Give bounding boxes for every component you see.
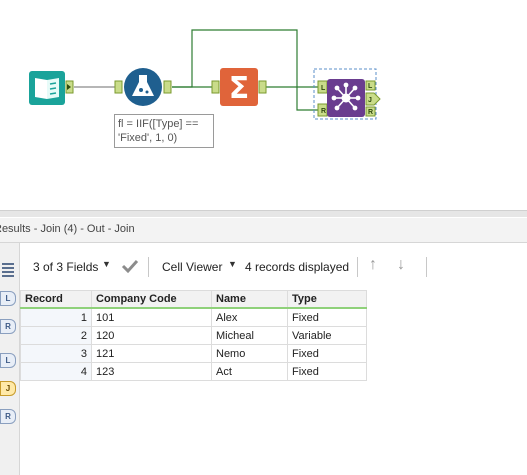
results-title-text: Results - Join (4) - Out - Join [0,223,135,235]
cell-viewer-dropdown[interactable]: Cell Viewer [162,260,222,274]
side-anchor-l[interactable]: L [0,291,16,306]
results-toolbar: 3 of 3 Fields ▼ Cell Viewer ▼ 4 records … [20,243,527,289]
results-table: Record Company Code Name Type 1 101 Alex… [20,290,367,381]
join-output-join-label: J [368,97,372,104]
check-icon[interactable] [120,257,140,275]
name-cell[interactable]: Micheal [211,326,288,345]
column-header-name[interactable]: Name [211,290,288,309]
record-cell: 1 [20,307,92,327]
join-output-right-label: R [368,109,373,116]
name-cell[interactable]: Nemo [211,344,288,363]
input-data-tool[interactable] [29,71,74,105]
arrow-down-icon[interactable]: ↓ [397,256,405,274]
type-cell[interactable]: Fixed [287,344,367,363]
name-cell[interactable]: Alex [211,307,288,327]
dropdown-icon[interactable]: ▼ [102,259,111,269]
results-window-title: Results - Join (4) - Out - Join [0,218,527,243]
column-header-company-code[interactable]: Company Code [91,290,212,309]
results-side-panel: L R L J R [0,243,20,475]
svg-text:Σ: Σ [229,71,250,106]
formula-tool[interactable] [114,68,172,106]
table-row[interactable]: 3 121 Nemo Fixed [20,344,367,363]
dropdown-icon[interactable]: ▼ [228,259,237,269]
join-output-left-label: L [368,83,373,90]
side-anchor-r[interactable]: R [0,319,16,334]
record-cell: 2 [20,326,92,345]
side-anchor-l2[interactable]: L [0,353,16,368]
connection-summarize-to-join-right [266,86,318,111]
join-tool[interactable]: L R L J R [313,68,381,120]
company-code-cell[interactable]: 120 [91,326,212,345]
record-cell: 3 [20,344,92,363]
record-cell: 4 [20,362,92,381]
table-row[interactable]: 4 123 Act Fixed [20,362,367,381]
arrow-up-icon[interactable]: ↑ [369,256,377,274]
table-row[interactable]: 1 101 Alex Fixed [20,307,367,327]
type-cell[interactable]: Fixed [287,307,367,327]
formula-annotation[interactable]: fl = IIF([Type] == 'Fixed', 1, 0) [114,114,214,148]
type-cell[interactable]: Fixed [287,362,367,381]
type-cell[interactable]: Variable [287,326,367,345]
list-icon[interactable] [2,261,14,277]
company-code-cell[interactable]: 101 [91,307,212,327]
workflow-connections: Σ L R L J R [29,29,381,120]
summarize-tool[interactable]: Σ [211,68,267,106]
records-displayed-count: 4 records displayed [245,260,350,274]
column-header-record[interactable]: Record [20,290,92,309]
column-header-type[interactable]: Type [287,290,367,309]
workflow-canvas[interactable]: Σ L R L J R fl = IIF([Type] == 'Fixed', … [0,0,527,210]
fields-selector[interactable]: 3 of 3 Fields [33,260,98,274]
join-anchor-left-label: L [321,85,326,92]
pane-splitter[interactable] [0,210,527,217]
join-anchor-right-label: R [321,108,326,115]
toolbar-separator [148,257,149,277]
toolbar-separator [357,257,358,277]
name-cell[interactable]: Act [211,362,288,381]
side-anchor-r2[interactable]: R [0,409,16,424]
table-header-row: Record Company Code Name Type [20,290,367,309]
side-anchor-j[interactable]: J [0,381,16,396]
toolbar-separator [426,257,427,277]
company-code-cell[interactable]: 121 [91,344,212,363]
table-row[interactable]: 2 120 Micheal Variable [20,326,367,345]
company-code-cell[interactable]: 123 [91,362,212,381]
